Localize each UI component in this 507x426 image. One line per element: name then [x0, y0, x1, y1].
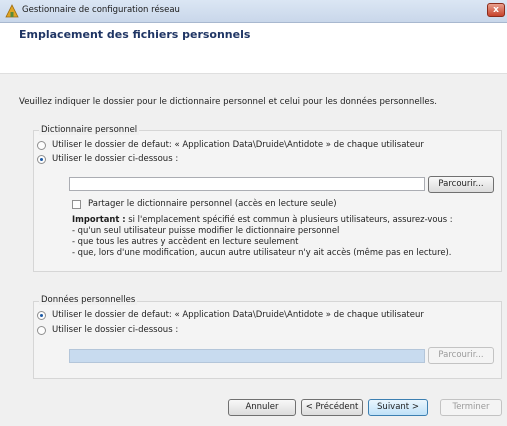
- personal-data-path-input[interactable]: [69, 349, 425, 363]
- personal-data-custom-radio[interactable]: [37, 326, 46, 335]
- important-text: si l'emplacement spécifié est commun à p…: [125, 214, 453, 224]
- important-bullet: - que tous les autres y accèdent en lect…: [72, 236, 299, 246]
- title-bar[interactable]: Gestionnaire de configuration réseau x: [0, 0, 507, 23]
- dictionary-custom-label[interactable]: Utiliser le dossier ci-dessous :: [52, 154, 178, 164]
- dictionary-browse-button[interactable]: Parcourir...: [428, 176, 494, 193]
- personal-data-group-label: Données personnelles: [39, 295, 138, 305]
- share-dictionary-label[interactable]: Partager le dictionnaire personnel (accè…: [88, 199, 337, 209]
- close-icon: x: [493, 5, 499, 15]
- next-button[interactable]: Suivant >: [368, 399, 428, 416]
- dictionary-path-input[interactable]: [69, 177, 425, 191]
- important-label: Important :: [72, 214, 126, 224]
- finish-button[interactable]: Terminer: [440, 399, 502, 416]
- window-title: Gestionnaire de configuration réseau: [22, 5, 180, 15]
- antidote-app-icon: [5, 4, 19, 18]
- dictionary-default-label[interactable]: Utiliser le dossier de defaut: « Applica…: [52, 140, 424, 150]
- network-config-window: Gestionnaire de configuration réseau x E…: [0, 0, 507, 426]
- dictionary-default-radio[interactable]: [37, 141, 46, 150]
- important-bullet: - qu'un seul utilisateur puisse modifier…: [72, 225, 340, 235]
- personal-data-custom-label[interactable]: Utiliser le dossier ci-dessous :: [52, 325, 178, 335]
- personal-data-default-radio[interactable]: [37, 311, 46, 320]
- dictionary-group-label: Dictionnaire personnel: [39, 125, 140, 135]
- intro-text: Veuillez indiquer le dossier pour le dic…: [19, 97, 437, 107]
- header-divider: [0, 73, 507, 74]
- important-bullet: - que, lors d'une modification, aucun au…: [72, 247, 452, 257]
- personal-data-browse-button[interactable]: Parcourir...: [428, 347, 494, 364]
- share-dictionary-checkbox[interactable]: [72, 200, 81, 209]
- personal-data-default-label[interactable]: Utiliser le dossier de defaut: « Applica…: [52, 310, 424, 320]
- important-note: Important : si l'emplacement spécifié es…: [72, 214, 453, 225]
- dictionary-custom-radio[interactable]: [37, 155, 46, 164]
- close-button[interactable]: x: [487, 3, 505, 17]
- previous-button[interactable]: < Précédent: [301, 399, 363, 416]
- page-title: Emplacement des fichiers personnels: [19, 28, 251, 41]
- cancel-button[interactable]: Annuler: [228, 399, 296, 416]
